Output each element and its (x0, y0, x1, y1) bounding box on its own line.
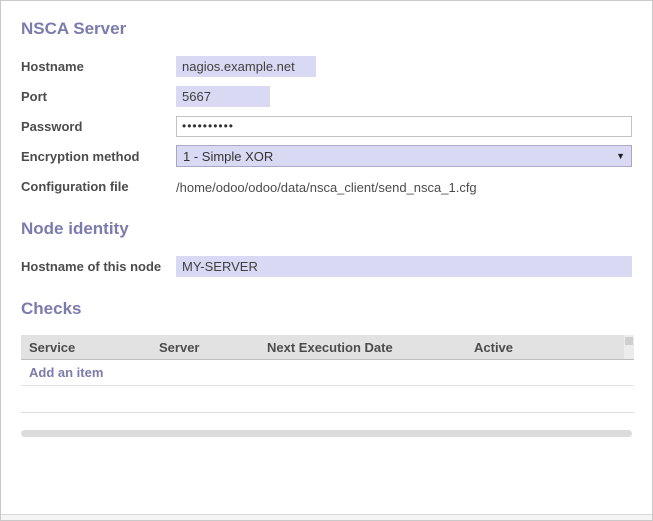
node-hostname-label: Hostname of this node (21, 259, 176, 274)
hostname-input[interactable] (176, 56, 316, 77)
table-row (21, 386, 634, 413)
column-header-server: Server (151, 340, 259, 355)
password-label: Password (21, 119, 176, 134)
field-row-config-file: Configuration file /home/odoo/odoo/data/… (21, 175, 632, 197)
form-window: NSCA Server Hostname Port Password Encry… (0, 0, 653, 521)
window-bottom-edge (1, 514, 652, 520)
checks-table: Service Server Next Execution Date Activ… (21, 335, 634, 413)
port-input[interactable] (176, 86, 270, 107)
chevron-down-icon: ▼ (616, 151, 625, 161)
encryption-method-label: Encryption method (21, 149, 176, 164)
scrollbar-thumb[interactable] (625, 337, 633, 345)
encryption-method-select[interactable]: 1 - Simple XOR ▼ (176, 145, 632, 167)
table-vertical-scrollbar[interactable] (624, 335, 634, 359)
field-row-node-hostname: Hostname of this node (21, 255, 632, 277)
section-title-node-identity: Node identity (21, 219, 632, 239)
column-header-active: Active (466, 340, 624, 355)
password-input[interactable] (176, 116, 632, 137)
port-label: Port (21, 89, 176, 104)
section-title-nsca-server: NSCA Server (21, 19, 632, 39)
field-row-encryption: Encryption method 1 - Simple XOR ▼ (21, 145, 632, 167)
add-an-item-link[interactable]: Add an item (29, 365, 103, 380)
section-title-checks: Checks (21, 299, 632, 319)
column-header-next-execution-date: Next Execution Date (259, 340, 466, 355)
form-content: NSCA Server Hostname Port Password Encry… (1, 1, 652, 437)
add-item-row: Add an item (21, 360, 634, 386)
field-row-password: Password (21, 115, 632, 137)
hostname-label: Hostname (21, 59, 176, 74)
field-row-port: Port (21, 85, 632, 107)
field-row-hostname: Hostname (21, 55, 632, 77)
node-hostname-input[interactable] (176, 256, 632, 277)
encryption-method-selected-value: 1 - Simple XOR (183, 149, 273, 164)
horizontal-scrollbar[interactable] (21, 430, 632, 437)
column-header-service: Service (21, 340, 151, 355)
configuration-file-value: /home/odoo/odoo/data/nsca_client/send_ns… (176, 178, 477, 195)
configuration-file-label: Configuration file (21, 179, 176, 194)
checks-table-header: Service Server Next Execution Date Activ… (21, 335, 634, 360)
